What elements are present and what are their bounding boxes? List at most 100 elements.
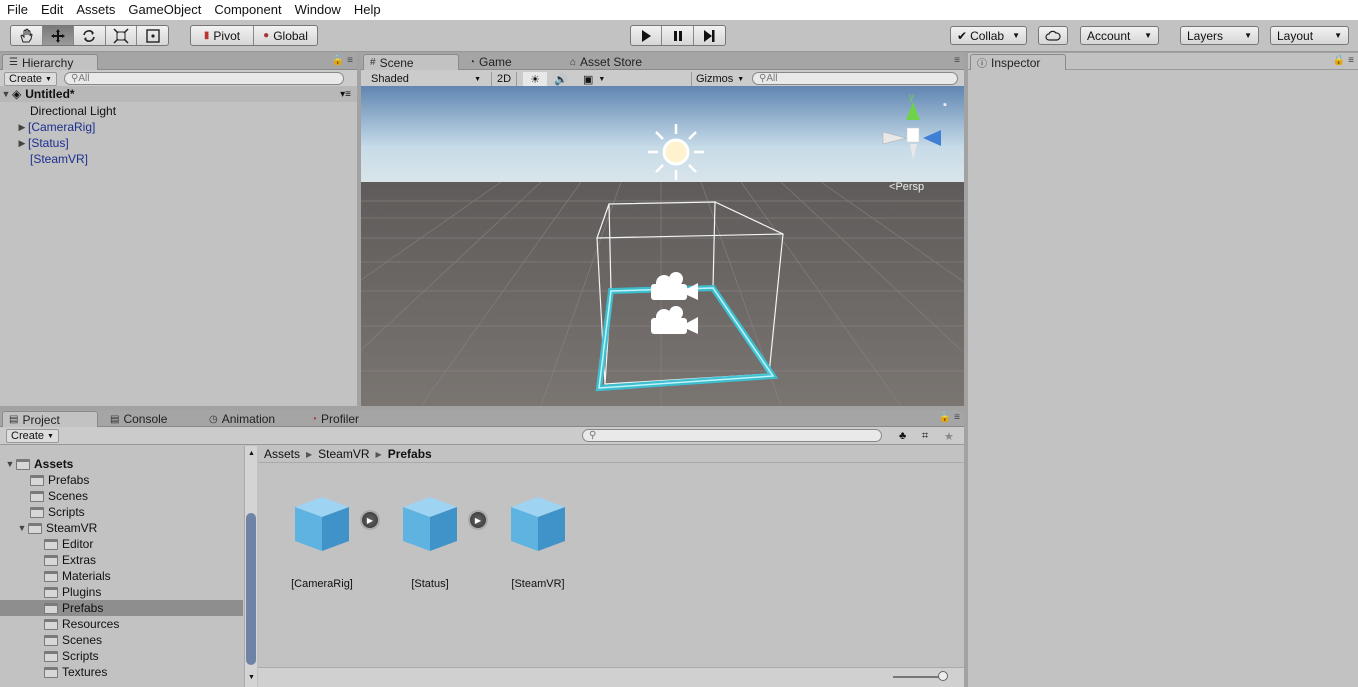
filter-by-label-button[interactable]: ⌗ [918, 429, 932, 443]
tab-hierarchy[interactable]: ☰ Hierarchy [2, 54, 98, 70]
audio-toggle[interactable]: 🔊 [549, 72, 573, 86]
tree-item[interactable]: Prefabs [0, 472, 243, 488]
inspector-panel: ⓘ Inspector 🔒 ≡ [968, 53, 1358, 687]
filter-by-type-button[interactable]: ♣ [895, 429, 910, 443]
tree-item-assets[interactable]: ▼ Assets [0, 456, 243, 472]
lock-menu-icon[interactable]: 🔒 ≡ [332, 55, 353, 66]
layout-dropdown[interactable]: Layout ▼ [1270, 26, 1349, 45]
menu-window[interactable]: Window [288, 0, 347, 20]
tree-scrollbar-thumb[interactable] [246, 513, 256, 665]
tree-item[interactable]: Scenes [0, 488, 243, 504]
persp-label[interactable]: <Persp [889, 181, 924, 193]
collab-dropdown[interactable]: ✔ Collab ▼ [950, 26, 1027, 45]
breadcrumb-item[interactable]: SteamVR [318, 447, 369, 461]
tree-item-steamvr[interactable]: ▼ SteamVR [0, 520, 243, 536]
tab-asset-store[interactable]: ⌂ Asset Store [564, 54, 648, 70]
prefab-expand-icon[interactable]: ▶ [468, 510, 488, 530]
play-button[interactable] [631, 26, 663, 45]
tree-item[interactable]: Textures [0, 664, 243, 680]
prefab-expand-icon[interactable]: ▶ [360, 510, 380, 530]
hierarchy-create-dropdown[interactable]: Create ▼ [4, 72, 57, 86]
project-create-dropdown[interactable]: Create ▼ [6, 429, 59, 443]
lock-icon[interactable]: ▪ [943, 99, 947, 111]
asset-prefab[interactable]: [SteamVR] [498, 495, 578, 590]
scroll-up-icon[interactable]: ▲ [248, 450, 255, 457]
menu-help[interactable]: Help [347, 0, 387, 20]
tree-item[interactable]: Scripts [0, 648, 243, 664]
icon-size-slider-thumb[interactable] [938, 671, 948, 681]
tree-item-selected[interactable]: Prefabs [0, 600, 243, 616]
rect-tool-button[interactable] [137, 26, 168, 45]
favorite-button[interactable]: ★ [940, 429, 958, 443]
gizmos-dropdown[interactable]: Gizmos ▼ [691, 72, 745, 86]
account-dropdown[interactable]: Account ▼ [1080, 26, 1159, 45]
menu-file[interactable]: File [0, 0, 34, 20]
pivot-toggle[interactable]: ▮ Pivot [191, 26, 255, 45]
tab-inspector[interactable]: ⓘ Inspector [970, 54, 1066, 70]
move-tool-button[interactable] [42, 26, 75, 45]
tab-console[interactable]: ▤ Console [104, 411, 173, 427]
tree-item[interactable]: Plugins [0, 584, 243, 600]
layers-dropdown[interactable]: Layers ▼ [1180, 26, 1259, 45]
breadcrumb-item-current[interactable]: Prefabs [388, 447, 432, 461]
scene-viewport[interactable]: y ▪ <Persp [361, 86, 964, 406]
menu-edit[interactable]: Edit [34, 0, 69, 20]
expand-triangle-icon[interactable]: ▼ [4, 459, 16, 469]
tab-animation[interactable]: ◷ Animation [203, 411, 281, 427]
tab-project[interactable]: ▤ Project [2, 411, 98, 427]
tree-item[interactable]: Scripts [0, 504, 243, 520]
lighting-toggle[interactable]: ☀ [523, 72, 547, 86]
scroll-down-icon[interactable]: ▼ [248, 674, 255, 681]
expand-triangle-icon[interactable]: ▼ [16, 523, 28, 533]
shading-mode-dropdown[interactable]: Shaded ▼ [367, 72, 485, 86]
hierarchy-item[interactable]: Directional Light [0, 103, 357, 119]
folder-icon [28, 522, 42, 534]
step-button[interactable] [694, 26, 725, 45]
console-tab-label: Console [123, 412, 168, 426]
expand-triangle-icon[interactable]: ▼ [0, 89, 12, 99]
scene-search-input[interactable]: ⚲ All [752, 72, 958, 85]
lock-menu-icon[interactable]: 🔒 ≡ [939, 412, 960, 423]
tab-scene[interactable]: # Scene [363, 54, 459, 70]
menu-component[interactable]: Component [207, 0, 287, 20]
tab-profiler[interactable]: ◔ Profiler [305, 411, 365, 427]
hand-tool-button[interactable] [11, 26, 43, 45]
rotate-tool-button[interactable] [74, 26, 106, 45]
scale-icon [113, 27, 129, 44]
folder-icon [44, 554, 58, 566]
tree-item-label: Editor [62, 537, 94, 551]
asset-prefab[interactable]: [CameraRig] [282, 495, 362, 590]
menu-gameobject[interactable]: GameObject [121, 0, 207, 20]
mode-2d-toggle[interactable]: 2D [491, 72, 517, 86]
tree-item[interactable]: Materials [0, 568, 243, 584]
tree-item[interactable]: Scenes [0, 632, 243, 648]
pause-button[interactable] [662, 26, 694, 45]
hierarchy-search-input[interactable]: ⚲ All [64, 72, 344, 85]
scene-canvas[interactable]: y ▪ <Persp [361, 86, 964, 406]
hierarchy-item[interactable]: ▶ [CameraRig] [0, 119, 357, 135]
tree-item[interactable]: Extras [0, 552, 243, 568]
hierarchy-item[interactable]: ▶ [Status] [0, 135, 357, 151]
tree-item[interactable]: Editor [0, 536, 243, 552]
lock-menu-icon[interactable]: 🔒 ≡ [1333, 55, 1354, 66]
project-search-input[interactable]: ⚲ [582, 429, 882, 442]
tree-item-label: Scenes [48, 489, 89, 503]
breadcrumb-item[interactable]: Assets [264, 447, 300, 461]
scene-menu-icon[interactable]: ▾≡ [340, 89, 351, 100]
global-toggle[interactable]: ● Global [254, 26, 317, 45]
cloud-button[interactable] [1038, 26, 1068, 45]
scale-tool-button[interactable] [106, 26, 138, 45]
effects-dropdown[interactable]: ▣ ▼ [579, 72, 611, 86]
expand-triangle-icon[interactable]: ▶ [16, 138, 28, 149]
asset-prefab[interactable]: [Status] [390, 495, 470, 590]
directional-light-sun[interactable] [648, 124, 704, 180]
tab-game[interactable]: ◔ Game [463, 54, 518, 70]
panel-menu-icon[interactable]: ≡ [954, 55, 960, 66]
menu-assets[interactable]: Assets [69, 0, 121, 20]
icon-size-slider-track[interactable] [893, 676, 943, 678]
expand-triangle-icon[interactable]: ▶ [16, 122, 28, 133]
scene-root-row[interactable]: ▼ ◈ Untitled* ▾≡ [0, 86, 357, 102]
hierarchy-item[interactable]: [SteamVR] [0, 151, 357, 167]
tree-scrollbar[interactable]: ▲ ▼ [244, 446, 257, 687]
tree-item[interactable]: Resources [0, 616, 243, 632]
